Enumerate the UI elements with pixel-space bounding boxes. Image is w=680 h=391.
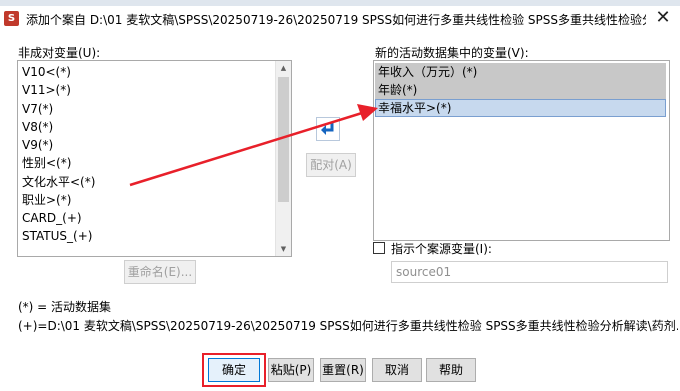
indicate-source-label: 指示个案源变量(I): (391, 242, 492, 256)
file-path-note: (+)=D:\01 麦软文稿\SPSS\20250719-26\20250719… (18, 319, 678, 333)
vertical-scrollbar[interactable]: ▲ ▼ (275, 61, 291, 256)
list-item[interactable]: 文化水平<(*) (22, 173, 95, 191)
scrollbar-thumb[interactable] (278, 77, 289, 202)
help-button[interactable]: 帮助 (426, 358, 476, 382)
scroll-down-icon[interactable]: ▼ (276, 242, 291, 256)
move-variable-button[interactable] (316, 117, 340, 141)
annotation-highlight-box (202, 353, 266, 387)
list-item[interactable]: 幸福水平>(*) (378, 99, 451, 117)
source-variable-field[interactable]: source01 (391, 261, 668, 283)
list-item[interactable]: CARD_(+) (22, 209, 82, 227)
close-icon[interactable]: ✕ (652, 7, 674, 29)
rename-button[interactable]: 重命名(E)... (124, 260, 196, 284)
list-item[interactable]: 性别<(*) (22, 154, 71, 172)
list-item[interactable]: 职业>(*) (22, 191, 71, 209)
list-item[interactable]: 年龄(*) (378, 81, 417, 99)
unpaired-variables-list[interactable]: V10<(*) V11>(*) V7(*) V8(*) V9(*) 性别<(*)… (17, 60, 292, 257)
spss-app-icon: S (4, 11, 19, 26)
reset-button[interactable]: 重置(R) (320, 358, 366, 382)
list-item[interactable]: STATUS_(+) (22, 227, 92, 245)
list-item[interactable]: V8(*) (22, 118, 53, 136)
selected-row-highlight (375, 81, 666, 99)
active-dataset-variables-list[interactable]: 年收入（万元）(*) 年龄(*) 幸福水平>(*) (373, 60, 670, 241)
active-dataset-variables-label: 新的活动数据集中的变量(V): (375, 46, 529, 60)
cancel-button[interactable]: 取消 (372, 358, 422, 382)
list-item[interactable]: V10<(*) (22, 63, 71, 81)
active-dataset-note: (*) = 活动数据集 (18, 300, 112, 314)
move-arrow-icon (321, 122, 334, 135)
paste-button[interactable]: 粘贴(P) (268, 358, 314, 382)
list-item[interactable]: 年收入（万元）(*) (378, 63, 477, 81)
add-cases-dialog: 非成对变量(U): V10<(*) V11>(*) V7(*) V8(*) V9… (0, 32, 680, 391)
pair-button[interactable]: 配对(A) (306, 153, 356, 177)
title-bar: S 添加个案自 D:\01 麦软文稿\SPSS\20250719-26\2025… (0, 6, 680, 32)
unpaired-variables-label: 非成对变量(U): (18, 46, 101, 60)
list-item[interactable]: V7(*) (22, 100, 53, 118)
indicate-source-checkbox[interactable] (373, 242, 385, 254)
list-item[interactable]: V9(*) (22, 136, 53, 154)
list-item[interactable]: V11>(*) (22, 81, 71, 99)
window-title: 添加个案自 D:\01 麦软文稿\SPSS\20250719-26\202507… (26, 13, 646, 27)
scroll-up-icon[interactable]: ▲ (276, 61, 291, 75)
